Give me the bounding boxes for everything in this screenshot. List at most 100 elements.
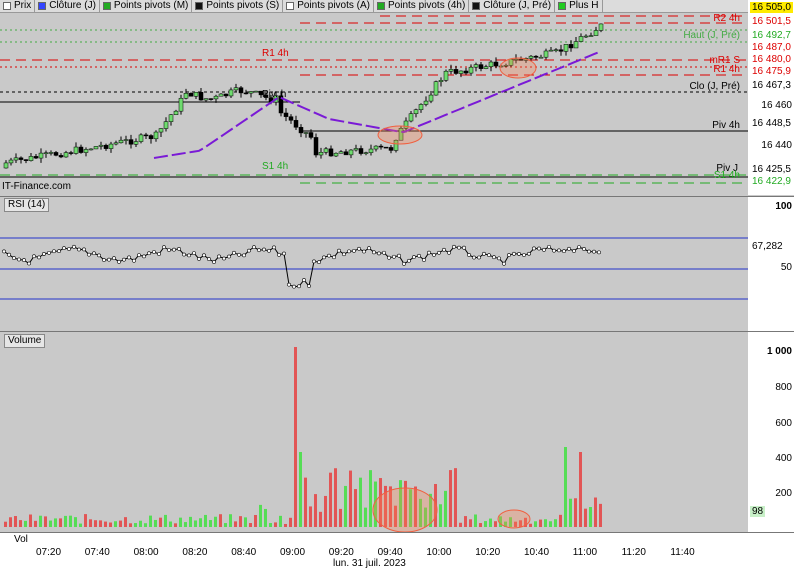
rsi-point — [422, 258, 426, 262]
legend-label-close-day: Clôture (J) — [49, 0, 96, 11]
candle-body — [253, 90, 259, 93]
legend-item-more[interactable]: Plus H — [555, 0, 603, 12]
volume-axis[interactable]: 1 000 800 600 400 200 98 — [748, 331, 794, 533]
volume-bar — [19, 520, 22, 527]
rsi-point — [52, 249, 56, 254]
chart-legend: Prix Clôture (J) Points pivots (M) Points p… — [0, 0, 794, 13]
rsi-point — [407, 258, 411, 263]
candle-body — [178, 97, 184, 112]
candle-body — [238, 87, 244, 94]
candle-body — [163, 121, 169, 129]
rsi-point — [232, 250, 236, 255]
price-chart[interactable] — [0, 13, 748, 195]
candle-body — [168, 114, 174, 122]
volume-chart[interactable] — [0, 332, 748, 533]
rsi-point — [277, 252, 281, 257]
candle-body — [298, 127, 304, 134]
volume-pane[interactable]: Volume — [0, 331, 748, 533]
volume-bar — [229, 514, 232, 527]
volume-bar — [79, 523, 82, 527]
rsi-point — [527, 251, 531, 256]
volume-bar — [184, 522, 187, 527]
candle-body — [558, 49, 564, 52]
level-s1-4h-label: S1 4h — [262, 161, 289, 172]
volume-bar — [599, 503, 602, 527]
candle-body — [313, 137, 319, 156]
volume-tick-400: 400 — [775, 453, 792, 464]
legend-item-pivots-month[interactable]: Points pivots (M) — [100, 0, 193, 12]
time-axis[interactable]: Vol lun. 31 juil. 2023 07:20 07:40 08:00 08… — [0, 532, 794, 569]
volume-bar — [459, 522, 462, 527]
candle-body — [408, 113, 414, 122]
volume-bar — [324, 495, 327, 527]
rsi-point — [372, 250, 376, 255]
price-tag: 16 467,3 — [750, 80, 793, 91]
volume-bar — [164, 514, 167, 527]
candle-body — [58, 155, 64, 158]
candle-body — [433, 81, 439, 96]
legend-swatch-pivots-year — [286, 2, 295, 10]
price-axis[interactable]: 16 460 16 440 16 505,0 16 501,5 16 492,7 16… — [748, 0, 794, 195]
rsi-point — [432, 252, 436, 257]
legend-item-close-day-pre[interactable]: Clôture (J, Pré) — [469, 0, 556, 12]
rsi-point — [2, 249, 6, 254]
legend-swatch-more — [558, 2, 567, 10]
candle-body — [8, 159, 14, 164]
volume-bar — [579, 452, 582, 527]
candle-body — [333, 152, 339, 157]
legend-item-price[interactable]: Prix — [0, 0, 36, 12]
time-tick-label: 07:40 — [84, 547, 110, 558]
candle-body — [138, 134, 144, 142]
price-tick-16460: 16 460 — [761, 100, 792, 111]
candle-body — [198, 92, 204, 101]
candle-body — [353, 148, 359, 151]
rsi-chart[interactable] — [0, 197, 748, 331]
candle-body — [578, 36, 584, 42]
time-tick-label: 09:20 — [328, 547, 354, 558]
rsi-value-tag: 67,282 — [750, 241, 785, 252]
rsi-title: RSI (14) — [4, 198, 50, 212]
volume-bar — [534, 521, 537, 527]
rsi-point — [317, 260, 321, 265]
volume-bar — [584, 508, 587, 527]
rsi-point — [237, 252, 241, 257]
volume-bar — [199, 518, 202, 527]
candle-body — [148, 135, 154, 140]
price-pane[interactable]: R2 4h Haut (J, Pré) R1 4h mR1 S R1 4h Cl… — [0, 13, 748, 195]
legend-item-pivots-4h[interactable]: Points pivots (4h) — [374, 0, 470, 12]
candle-body — [83, 149, 89, 153]
volume-bar — [554, 519, 557, 527]
volume-bar — [569, 498, 572, 527]
volume-bar — [219, 514, 222, 527]
rsi-axis[interactable]: 100 50 67,282 — [748, 196, 794, 331]
volume-bar — [309, 506, 312, 527]
legend-item-close-day[interactable]: Clôture (J) — [35, 0, 100, 12]
rsi-point — [242, 253, 246, 258]
volume-bar — [539, 519, 542, 527]
legend-label-close-day-pre: Clôture (J, Pré) — [483, 0, 552, 11]
rsi-pane[interactable]: RSI (14) — [0, 196, 748, 331]
legend-item-pivots-year[interactable]: Points pivots (A) — [283, 0, 375, 12]
candle-body — [28, 156, 34, 161]
rsi-point — [347, 249, 351, 254]
highlight-ellipse — [497, 509, 531, 529]
volume-tick-800: 800 — [775, 382, 792, 393]
time-tick-label: 11:40 — [670, 547, 695, 558]
volume-bar — [239, 516, 242, 527]
volume-title: Volume — [4, 334, 46, 348]
candle-body — [133, 141, 139, 145]
candle-body — [53, 152, 59, 156]
rsi-point — [337, 248, 341, 253]
volume-bar — [134, 523, 137, 527]
rsi-point — [117, 259, 121, 264]
candle-body — [183, 93, 189, 99]
rsi-point — [492, 255, 496, 260]
legend-item-pivots-week[interactable]: Points pivots (S) — [192, 0, 284, 12]
candle-body — [383, 146, 389, 149]
rsi-point — [487, 253, 491, 258]
rsi-point — [62, 246, 66, 251]
candle-body — [173, 110, 179, 116]
volume-bar — [244, 517, 247, 527]
watermark: IT-Finance.com — [2, 181, 71, 192]
rsi-point — [302, 278, 306, 282]
